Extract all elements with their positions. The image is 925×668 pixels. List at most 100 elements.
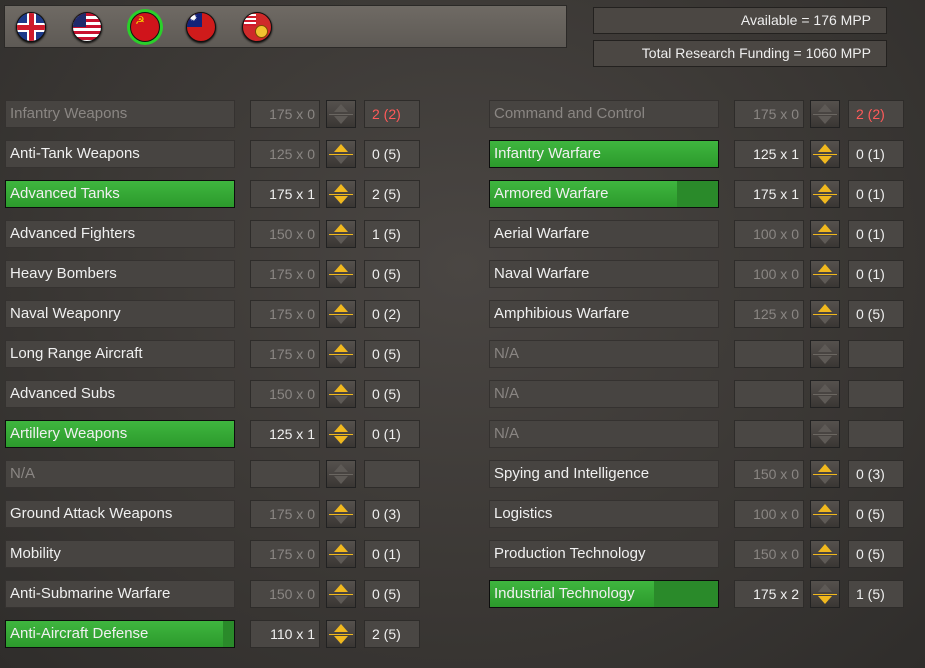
investment-stepper[interactable] <box>326 300 356 328</box>
arrow-down-icon[interactable] <box>818 316 832 324</box>
investment-stepper[interactable] <box>326 500 356 528</box>
arrow-up-icon[interactable] <box>334 104 348 112</box>
investment-stepper[interactable] <box>810 500 840 528</box>
arrow-up-icon[interactable] <box>334 184 348 192</box>
tech-name[interactable]: Naval Warfare <box>489 260 719 288</box>
investment-stepper[interactable] <box>810 460 840 488</box>
tech-name[interactable]: N/A <box>489 420 719 448</box>
investment-stepper[interactable] <box>326 260 356 288</box>
arrow-down-icon[interactable] <box>818 236 832 244</box>
china-flag-icon[interactable] <box>186 12 216 42</box>
nation-flag-icon[interactable] <box>242 12 272 42</box>
tech-name[interactable]: Heavy Bombers <box>5 260 235 288</box>
tech-name[interactable]: Advanced Tanks <box>5 180 235 208</box>
tech-name[interactable]: Infantry Weapons <box>5 100 235 128</box>
investment-stepper[interactable] <box>326 620 356 648</box>
arrow-up-icon[interactable] <box>818 264 832 272</box>
arrow-down-icon[interactable] <box>818 476 832 484</box>
arrow-down-icon[interactable] <box>334 636 348 644</box>
arrow-up-icon[interactable] <box>818 504 832 512</box>
investment-stepper[interactable] <box>810 540 840 568</box>
investment-stepper[interactable] <box>326 340 356 368</box>
tech-name[interactable]: Amphibious Warfare <box>489 300 719 328</box>
arrow-up-icon[interactable] <box>334 544 348 552</box>
investment-stepper[interactable] <box>326 220 356 248</box>
investment-stepper[interactable] <box>326 180 356 208</box>
arrow-up-icon[interactable] <box>334 224 348 232</box>
arrow-up-icon[interactable] <box>818 424 832 432</box>
arrow-up-icon[interactable] <box>334 424 348 432</box>
arrow-down-icon[interactable] <box>818 196 832 204</box>
arrow-down-icon[interactable] <box>334 476 348 484</box>
tech-name[interactable]: Naval Weaponry <box>5 300 235 328</box>
arrow-down-icon[interactable] <box>334 556 348 564</box>
arrow-down-icon[interactable] <box>334 236 348 244</box>
arrow-up-icon[interactable] <box>818 104 832 112</box>
tech-name[interactable]: Anti-Tank Weapons <box>5 140 235 168</box>
investment-stepper[interactable] <box>326 100 356 128</box>
arrow-down-icon[interactable] <box>334 356 348 364</box>
tech-name[interactable]: Advanced Subs <box>5 380 235 408</box>
investment-stepper[interactable] <box>326 140 356 168</box>
arrow-down-icon[interactable] <box>334 436 348 444</box>
arrow-down-icon[interactable] <box>818 596 832 604</box>
investment-stepper[interactable] <box>810 300 840 328</box>
tech-name[interactable]: Spying and Intelligence <box>489 460 719 488</box>
investment-stepper[interactable] <box>810 220 840 248</box>
arrow-up-icon[interactable] <box>334 584 348 592</box>
arrow-down-icon[interactable] <box>818 436 832 444</box>
arrow-down-icon[interactable] <box>818 556 832 564</box>
investment-stepper[interactable] <box>810 260 840 288</box>
tech-name[interactable]: Anti-Aircraft Defense <box>5 620 235 648</box>
tech-name[interactable]: Artillery Weapons <box>5 420 235 448</box>
investment-stepper[interactable] <box>810 580 840 608</box>
arrow-down-icon[interactable] <box>334 116 348 124</box>
arrow-up-icon[interactable] <box>818 344 832 352</box>
tech-name[interactable]: Production Technology <box>489 540 719 568</box>
tech-name[interactable]: Infantry Warfare <box>489 140 719 168</box>
ussr-flag-icon[interactable] <box>130 12 160 42</box>
investment-stepper[interactable] <box>810 100 840 128</box>
arrow-down-icon[interactable] <box>818 516 832 524</box>
arrow-down-icon[interactable] <box>818 356 832 364</box>
investment-stepper[interactable] <box>326 460 356 488</box>
arrow-up-icon[interactable] <box>334 624 348 632</box>
uk-flag-icon[interactable] <box>16 12 46 42</box>
investment-stepper[interactable] <box>326 540 356 568</box>
investment-stepper[interactable] <box>326 380 356 408</box>
arrow-down-icon[interactable] <box>818 396 832 404</box>
arrow-up-icon[interactable] <box>334 504 348 512</box>
usa-flag-icon[interactable] <box>72 12 102 42</box>
arrow-down-icon[interactable] <box>334 396 348 404</box>
investment-stepper[interactable] <box>810 340 840 368</box>
arrow-down-icon[interactable] <box>334 156 348 164</box>
investment-stepper[interactable] <box>810 140 840 168</box>
arrow-down-icon[interactable] <box>818 156 832 164</box>
tech-name[interactable]: Anti-Submarine Warfare <box>5 580 235 608</box>
arrow-down-icon[interactable] <box>334 276 348 284</box>
arrow-down-icon[interactable] <box>818 116 832 124</box>
arrow-up-icon[interactable] <box>334 344 348 352</box>
arrow-down-icon[interactable] <box>818 276 832 284</box>
investment-stepper[interactable] <box>326 420 356 448</box>
tech-name[interactable]: Long Range Aircraft <box>5 340 235 368</box>
tech-name[interactable]: Mobility <box>5 540 235 568</box>
arrow-up-icon[interactable] <box>818 384 832 392</box>
arrow-up-icon[interactable] <box>334 264 348 272</box>
tech-name[interactable]: N/A <box>489 340 719 368</box>
tech-name[interactable]: Command and Control <box>489 100 719 128</box>
tech-name[interactable]: N/A <box>489 380 719 408</box>
arrow-up-icon[interactable] <box>818 184 832 192</box>
arrow-down-icon[interactable] <box>334 516 348 524</box>
arrow-up-icon[interactable] <box>818 584 832 592</box>
arrow-up-icon[interactable] <box>818 144 832 152</box>
investment-stepper[interactable] <box>326 580 356 608</box>
arrow-up-icon[interactable] <box>818 544 832 552</box>
arrow-up-icon[interactable] <box>818 464 832 472</box>
tech-name[interactable]: Advanced Fighters <box>5 220 235 248</box>
arrow-up-icon[interactable] <box>818 224 832 232</box>
investment-stepper[interactable] <box>810 420 840 448</box>
arrow-up-icon[interactable] <box>334 144 348 152</box>
arrow-up-icon[interactable] <box>334 464 348 472</box>
arrow-down-icon[interactable] <box>334 316 348 324</box>
